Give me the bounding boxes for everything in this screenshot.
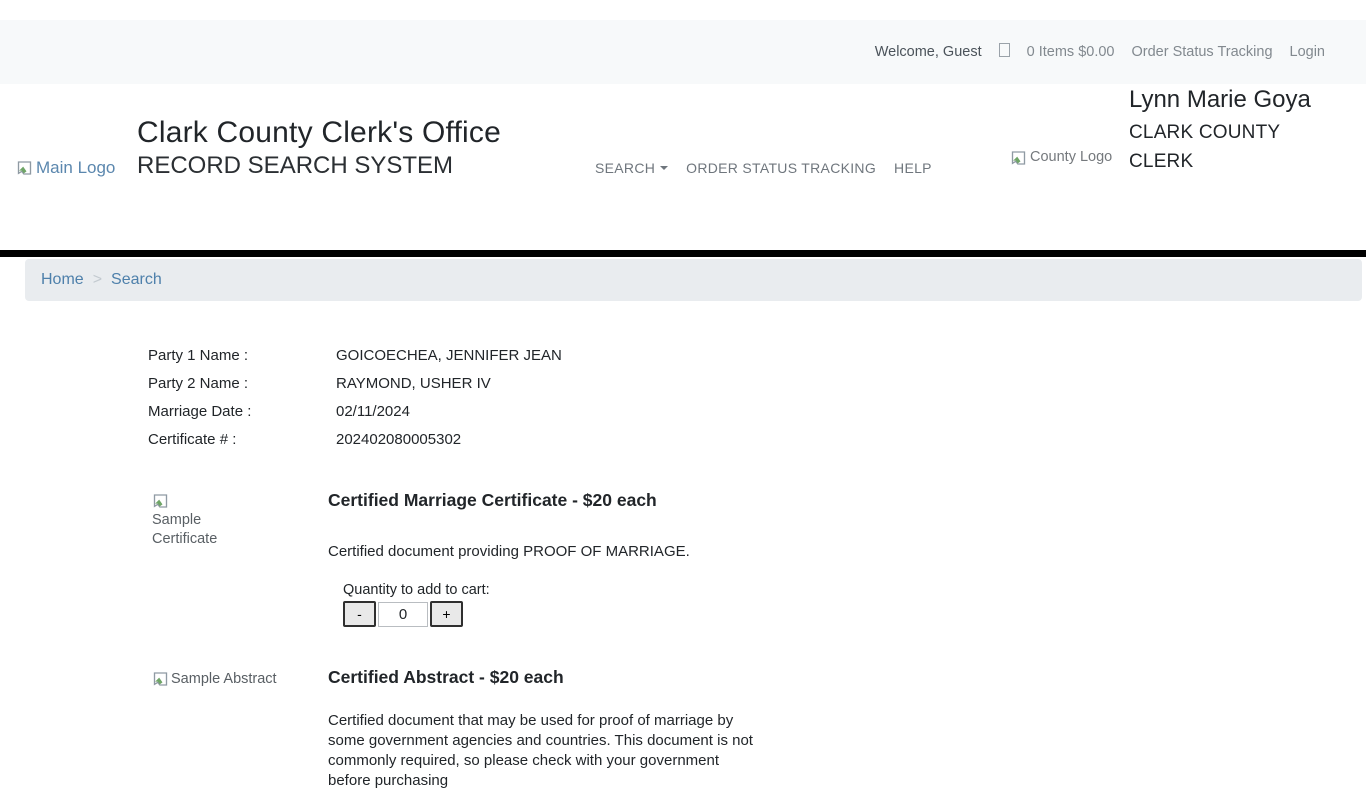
product-description-certificate: Certified document providing PROOF OF MA… [328, 543, 690, 560]
breadcrumb-home-link[interactable]: Home [41, 271, 84, 289]
clerk-name: Lynn Marie Goya [1129, 86, 1311, 114]
record-details: Party 1 Name : GOICOECHEA, JENNIFER JEAN… [148, 341, 562, 453]
page-subtitle: RECORD SEARCH SYSTEM [137, 152, 453, 180]
record-field-party1: Party 1 Name : GOICOECHEA, JENNIFER JEAN [148, 341, 562, 369]
field-label: Party 1 Name : [148, 347, 336, 364]
record-field-marriage-date: Marriage Date : 02/11/2024 [148, 397, 562, 425]
product-title-certificate: Certified Marriage Certificate - $20 eac… [328, 490, 657, 511]
main-navigation: SEARCH ORDER STATUS TRACKING HELP [586, 160, 941, 176]
field-value: RAYMOND, USHER IV [336, 375, 491, 392]
record-field-certificate-number: Certificate # : 202402080005302 [148, 425, 562, 453]
quantity-increase-button[interactable]: + [430, 601, 463, 627]
cart-icon[interactable] [999, 43, 1010, 61]
main-logo-broken-image[interactable]: Main Logo [16, 158, 115, 177]
nav-search-label: SEARCH [595, 160, 655, 176]
broken-image-icon [1010, 150, 1027, 166]
broken-image-icon [152, 671, 169, 687]
county-logo-alt-text: County Logo [1030, 148, 1112, 167]
cart-summary-link[interactable]: 0 Items $0.00 [1027, 44, 1115, 60]
order-status-tracking-link[interactable]: Order Status Tracking [1131, 44, 1272, 60]
broken-image-icon [152, 493, 169, 509]
county-logo-broken-image: County Logo [1010, 148, 1112, 167]
quantity-decrease-button[interactable]: - [343, 601, 376, 627]
clerk-identity-block: Lynn Marie Goya CLARK COUNTY CLERK [1129, 86, 1311, 180]
page-title: Clark County Clerk's Office [137, 116, 501, 150]
quantity-stepper: - + [343, 601, 463, 627]
header-divider-bar [0, 250, 1366, 257]
nav-order-status-tracking[interactable]: ORDER STATUS TRACKING [677, 160, 885, 176]
field-label: Marriage Date : [148, 403, 336, 420]
quantity-input[interactable] [378, 602, 428, 627]
chevron-down-icon [660, 166, 668, 170]
main-logo-alt-text: Main Logo [36, 158, 115, 177]
field-label: Certificate # : [148, 431, 336, 448]
clerk-title-line2: CLERK [1129, 151, 1311, 173]
broken-image-icon [16, 160, 33, 176]
record-field-party2: Party 2 Name : RAYMOND, USHER IV [148, 369, 562, 397]
field-value: 02/11/2024 [336, 403, 410, 420]
sample-certificate-alt-text: Sample Certificate [152, 511, 248, 549]
sample-certificate-broken-image: Sample Certificate [152, 492, 248, 549]
breadcrumb: Home > Search [25, 259, 1362, 301]
sample-abstract-alt-text: Sample Abstract [171, 670, 277, 689]
product-description-abstract: Certified document that may be used for … [328, 711, 760, 791]
top-utility-bar: Welcome, Guest 0 Items $0.00 Order Statu… [0, 20, 1366, 84]
missing-glyph-box [999, 43, 1010, 57]
field-value: 202402080005302 [336, 431, 461, 448]
login-link[interactable]: Login [1290, 44, 1325, 60]
sample-abstract-broken-image: Sample Abstract [152, 670, 277, 689]
breadcrumb-search-link[interactable]: Search [111, 271, 162, 289]
nav-search-dropdown[interactable]: SEARCH [586, 160, 677, 176]
field-label: Party 2 Name : [148, 375, 336, 392]
field-value: GOICOECHEA, JENNIFER JEAN [336, 347, 562, 364]
breadcrumb-separator: > [93, 271, 102, 289]
clerk-title-line1: CLARK COUNTY [1129, 122, 1311, 144]
quantity-label: Quantity to add to cart: [343, 582, 490, 598]
welcome-text: Welcome, Guest [875, 44, 982, 60]
nav-help[interactable]: HELP [885, 160, 941, 176]
product-title-abstract: Certified Abstract - $20 each [328, 667, 564, 688]
